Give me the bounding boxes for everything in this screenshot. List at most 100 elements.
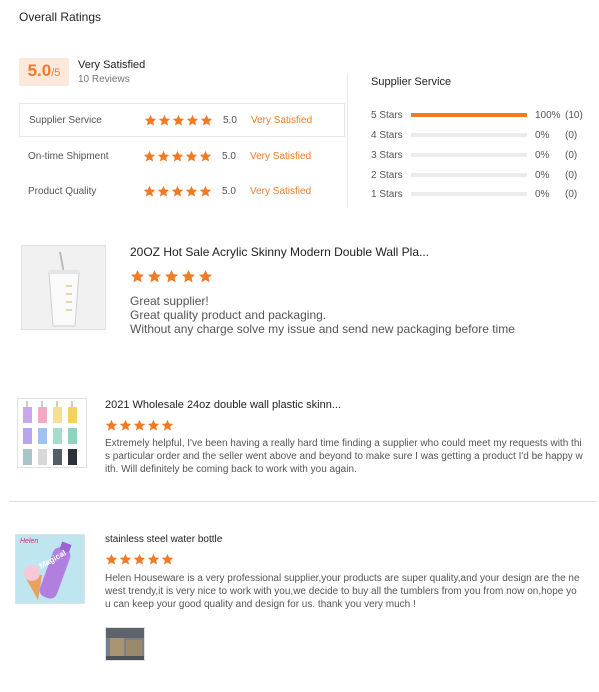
star-icon [171, 185, 184, 198]
distribution-percent: 100% [535, 109, 561, 121]
product-thumbnail[interactable] [17, 398, 87, 468]
distribution-label: 3 Stars [371, 149, 403, 161]
star-icon [181, 269, 196, 284]
star-icon [147, 553, 160, 566]
category-name: Product Quality [28, 185, 97, 197]
distribution-bar [411, 192, 527, 196]
category-stars [143, 150, 212, 163]
star-icon [133, 419, 146, 432]
star-icon [147, 269, 162, 284]
review-line: u can keep your good quality and design … [105, 599, 416, 610]
star-icon [171, 150, 184, 163]
review-line: s particular order and the seller went a… [105, 451, 583, 462]
review-product-title[interactable]: stainless steel water bottle [105, 534, 222, 545]
distribution-row-1: 1 Stars 0% (0) [371, 188, 591, 200]
distribution-label: 5 Stars [371, 109, 403, 121]
category-satisfaction: Very Satisfied [251, 114, 313, 126]
distribution-percent: 0% [535, 188, 550, 200]
distribution-count: (0) [565, 149, 578, 161]
distribution-bar [411, 133, 527, 137]
review-line: Great quality product and packaging. [130, 308, 327, 322]
overall-satisfaction-label: Very Satisfied [78, 59, 146, 71]
distribution-label: 2 Stars [371, 169, 403, 181]
star-icon [119, 419, 132, 432]
product-thumbnail[interactable] [21, 245, 106, 330]
overall-score-max: /5 [51, 67, 61, 79]
review-text: Great supplier! Great quality product an… [130, 294, 515, 336]
review-count: 10 Reviews [78, 74, 130, 85]
review-text: Extremely helpful, I've been having a re… [105, 437, 583, 476]
star-icon [161, 419, 174, 432]
category-row-on-time-shipment[interactable]: On-time Shipment 5.0 Very Satisfied [19, 139, 345, 173]
distribution-percent: 0% [535, 129, 550, 141]
overall-score: 5.0 [27, 61, 52, 80]
distribution-title: Supplier Service [371, 76, 452, 88]
star-icon [147, 419, 160, 432]
overall-score-badge: 5.0 /5 [19, 58, 69, 86]
distribution-label: 1 Stars [371, 188, 403, 200]
distribution-row-2: 2 Stars 0% (0) [371, 169, 591, 181]
star-icon [158, 114, 171, 127]
star-icon [199, 185, 212, 198]
star-icon [133, 553, 146, 566]
section-divider [9, 501, 597, 502]
page-title: Overall Ratings [19, 10, 102, 24]
category-name: Supplier Service [29, 114, 102, 126]
product-thumbnail[interactable]: Helen Magical [15, 534, 85, 604]
tumbler-image [22, 246, 105, 329]
star-icon [185, 185, 198, 198]
category-stars [143, 185, 212, 198]
distribution-row-5: 5 Stars 100% (10) [371, 109, 591, 121]
vertical-divider [347, 74, 348, 208]
category-name: On-time Shipment [28, 150, 109, 162]
review-photo-thumbnail[interactable] [105, 627, 145, 661]
category-row-product-quality[interactable]: Product Quality 5.0 Very Satisfied [19, 174, 345, 208]
review-line: ith. Will definitely be coming back to w… [105, 464, 357, 475]
distribution-row-3: 3 Stars 0% (0) [371, 149, 591, 161]
star-icon [200, 114, 213, 127]
category-row-supplier-service[interactable]: Supplier Service 5.0 Very Satisfied [19, 103, 345, 137]
distribution-label: 4 Stars [371, 129, 403, 141]
category-score: 5.0 [222, 150, 236, 162]
star-icon [119, 553, 132, 566]
star-icon [164, 269, 179, 284]
distribution-count: (0) [565, 188, 578, 200]
tumblers-image [18, 399, 86, 467]
star-icon [157, 185, 170, 198]
category-score: 5.0 [222, 185, 236, 197]
review-line: Extremely helpful, I've been having a re… [105, 438, 582, 449]
star-icon [130, 269, 145, 284]
star-icon [185, 150, 198, 163]
category-score: 5.0 [223, 114, 237, 126]
distribution-bar-fill [411, 113, 527, 117]
water-bottle-image [16, 535, 84, 603]
review-product-title[interactable]: 20OZ Hot Sale Acrylic Skinny Modern Doub… [130, 245, 429, 259]
review-line: west trendy,it is very nice to work with… [105, 586, 577, 597]
category-satisfaction: Very Satisfied [250, 150, 312, 162]
distribution-bar [411, 153, 527, 157]
star-icon [186, 114, 199, 127]
distribution-percent: 0% [535, 169, 550, 181]
star-icon [172, 114, 185, 127]
star-icon [199, 150, 212, 163]
review-line: Without any charge solve my issue and se… [130, 322, 515, 336]
distribution-count: (10) [565, 109, 583, 121]
thumb-script-text: Helen [20, 538, 39, 545]
star-icon [105, 419, 118, 432]
star-icon [143, 150, 156, 163]
review-line: Great supplier! [130, 294, 209, 308]
star-icon [161, 553, 174, 566]
star-icon [105, 553, 118, 566]
category-stars [144, 114, 213, 127]
review-line: Helen Houseware is a very professional s… [105, 573, 580, 584]
star-icon [198, 269, 213, 284]
distribution-bar [411, 173, 527, 177]
review-stars [130, 269, 213, 284]
star-icon [143, 185, 156, 198]
review-stars [105, 419, 174, 432]
review-product-title[interactable]: 2021 Wholesale 24oz double wall plastic … [105, 399, 341, 411]
distribution-percent: 0% [535, 149, 550, 161]
category-satisfaction: Very Satisfied [250, 185, 312, 197]
star-icon [157, 150, 170, 163]
distribution-count: (0) [565, 169, 578, 181]
